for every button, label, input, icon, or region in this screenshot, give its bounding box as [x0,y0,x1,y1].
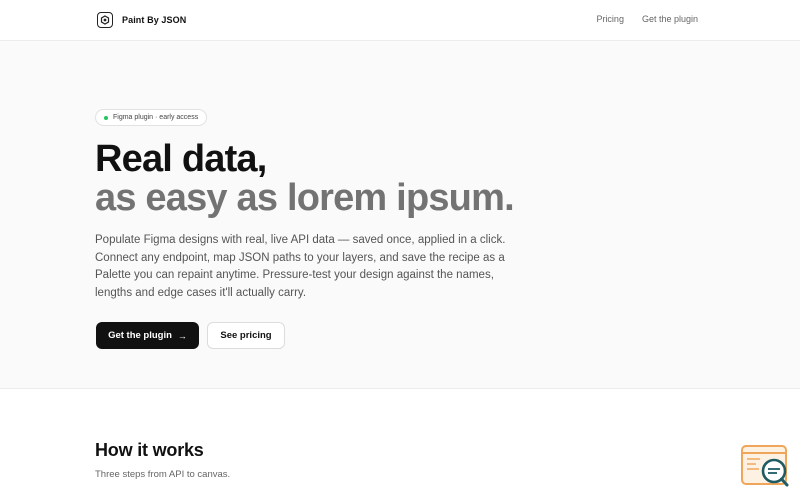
see-pricing-button[interactable]: See pricing [207,322,285,349]
get-plugin-label: Get the plugin [108,330,172,341]
status-dot-icon [104,115,108,120]
early-access-badge: Figma plugin · early access [95,109,208,126]
how-it-works-title: How it works [95,440,204,460]
nav-links: Pricing Get the plugin [596,14,698,24]
how-it-works-subtitle: Three steps from API to canvas. [95,469,231,480]
hero-section: Figma plugin · early access Real data, a… [0,41,800,389]
inspector-search-icon[interactable] [740,444,790,488]
brand[interactable]: Paint By JSON [97,12,186,28]
hero-title-line-2: as easy as lorem ipsum. [95,177,515,219]
nav-link-pricing[interactable]: Pricing [596,14,624,24]
hero-lead: Populate Figma designs with real, live A… [95,234,506,299]
palette-logo-icon [97,12,113,28]
top-nav: Paint By JSON Pricing Get the plugin [0,0,800,41]
arrow-right-icon: → [177,330,187,341]
get-plugin-button[interactable]: Get the plugin → [96,322,199,349]
brand-name: Paint By JSON [122,15,187,25]
hero-title-line-1: Real data, [95,138,267,180]
hero-title: Real data, as easy as lorem ipsum. [95,138,515,219]
badge-text: Figma plugin · early access [113,114,199,121]
nav-link-get-plugin[interactable]: Get the plugin [642,14,698,24]
